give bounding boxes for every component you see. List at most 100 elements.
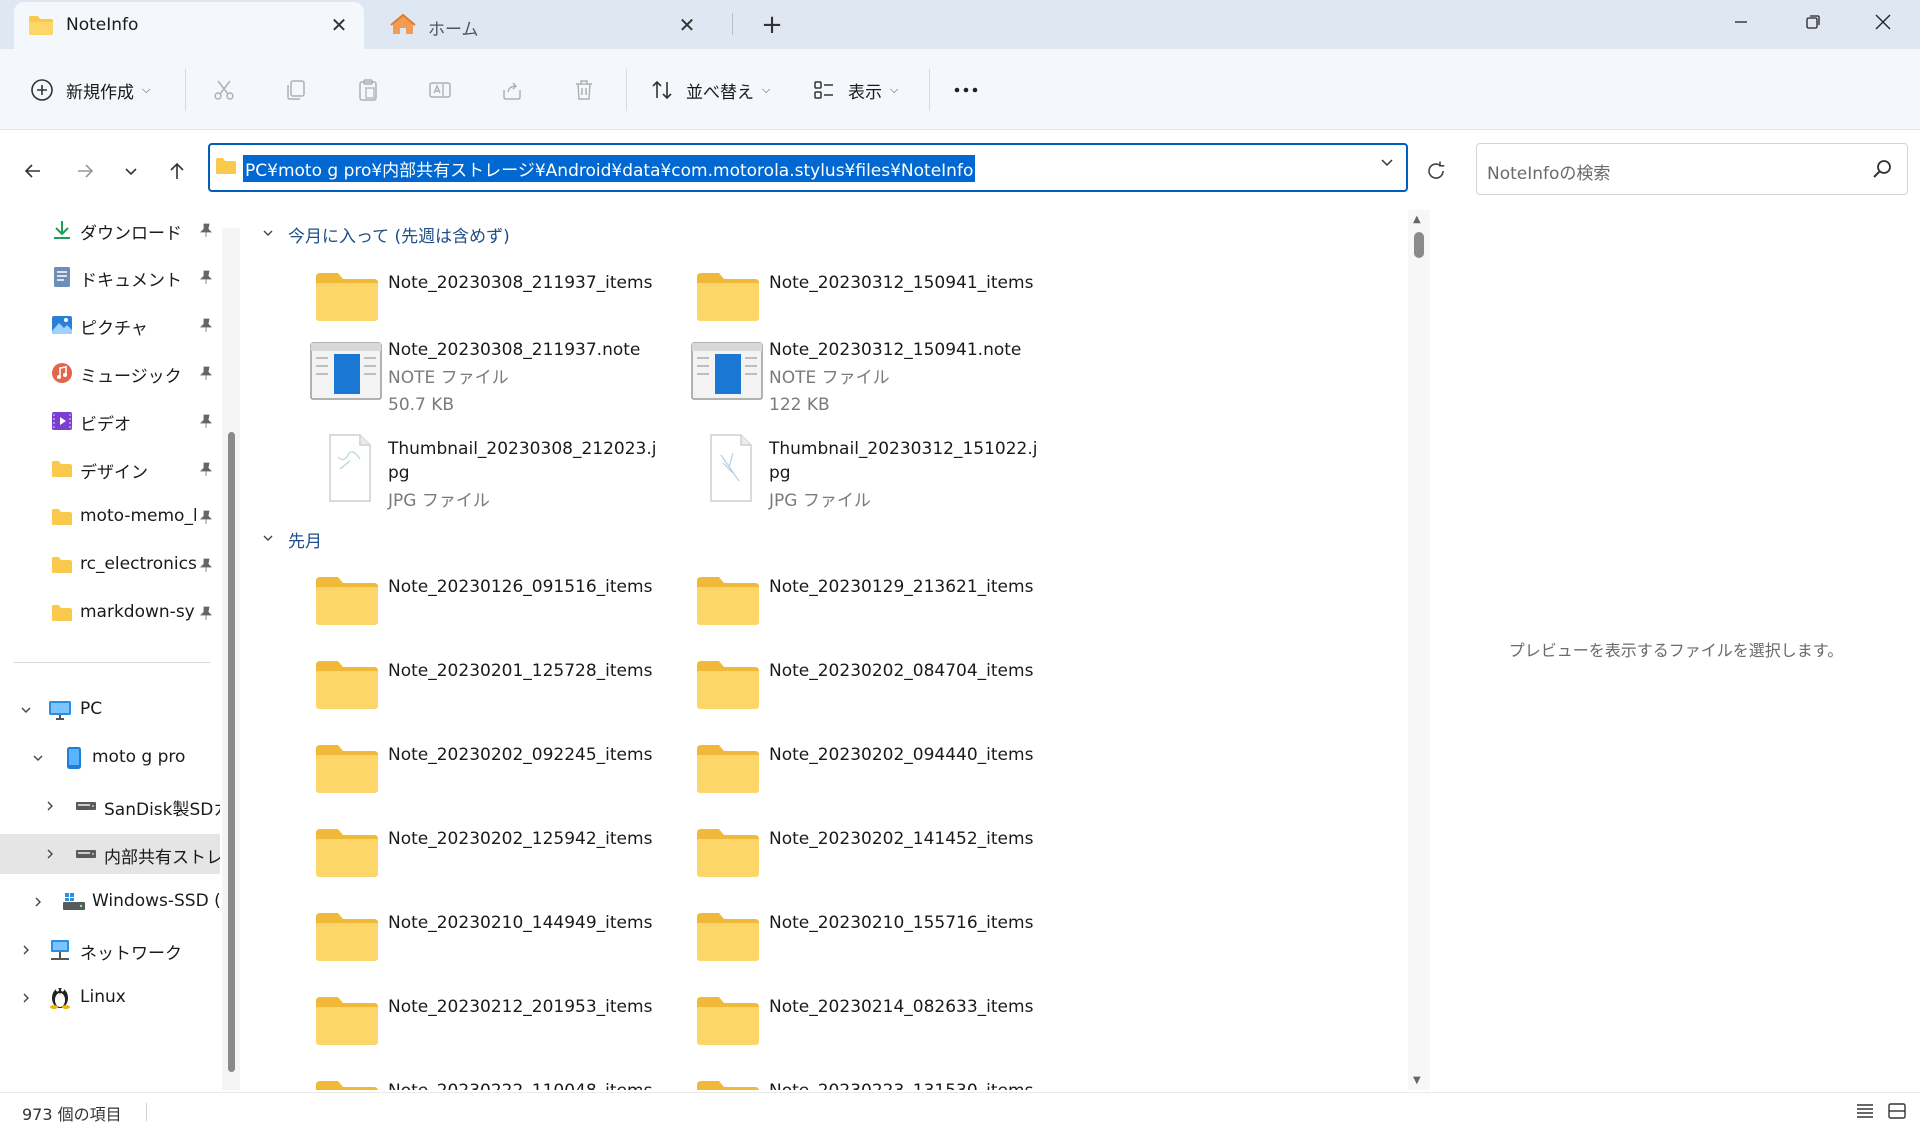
new-tab-button[interactable]: + <box>757 10 787 40</box>
sort-button[interactable]: 並べ替え ⌵ <box>648 73 770 107</box>
copy-button[interactable] <box>282 73 310 107</box>
folder-icon <box>50 601 74 625</box>
list-item[interactable]: Note_20230129_213621_items <box>695 567 1075 647</box>
list-item[interactable]: Note_20230202_125942_items <box>314 819 694 899</box>
chevron-down-icon: ⌵ <box>142 83 151 96</box>
file-name: Note_20230126_091516_items <box>388 577 653 597</box>
sidebar-item-design[interactable]: デザイン <box>0 449 220 489</box>
pc-icon <box>48 698 72 722</box>
forward-button[interactable] <box>70 156 100 186</box>
restore-button[interactable] <box>1790 6 1836 38</box>
close-tab-icon[interactable]: ✕ <box>326 12 352 38</box>
folder-icon <box>314 263 380 325</box>
sidebar-item-documents[interactable]: ドキュメント <box>0 257 220 297</box>
tiles-view-button[interactable] <box>1884 1099 1910 1123</box>
pin-icon[interactable] <box>198 365 214 381</box>
sidebar-item-pc[interactable]: PC <box>0 690 220 730</box>
close-window-button[interactable] <box>1860 6 1906 38</box>
list-item[interactable]: Note_20230210_144949_items <box>314 903 694 983</box>
sidebar-item-linux[interactable]: Linux <box>0 978 220 1018</box>
sidebar-item-sandisk[interactable]: SanDisk製SDカ <box>0 786 220 826</box>
chevron-right-icon[interactable] <box>42 798 58 814</box>
group-header-this-month[interactable]: 今月に入って (先週は含めず) <box>262 222 510 247</box>
sidebar-item-rc-electronics[interactable]: rc_electronics_c <box>0 545 220 585</box>
list-item[interactable]: Thumbnail_20230312_151022.jpg JPG ファイル <box>695 433 1075 513</box>
sidebar-item-network[interactable]: ネットワーク <box>0 930 220 970</box>
tab-home[interactable]: ホーム ✕ <box>376 2 712 49</box>
list-item[interactable]: Thumbnail_20230308_212023.jpg JPG ファイル <box>314 433 694 513</box>
pin-icon[interactable] <box>198 317 214 333</box>
list-item[interactable]: Note_20230202_141452_items <box>695 819 1075 899</box>
chevron-right-icon[interactable] <box>18 990 34 1006</box>
details-view-button[interactable] <box>1852 1099 1878 1123</box>
list-item[interactable]: Note_20230308_211937.note NOTE ファイル 50.7… <box>310 338 690 418</box>
search-icon[interactable] <box>1871 158 1893 180</box>
list-item[interactable]: Note_20230223_131530_items <box>695 1071 1075 1090</box>
pin-icon[interactable] <box>198 413 214 429</box>
list-item[interactable]: Note_20230202_084704_items <box>695 651 1075 731</box>
cut-button[interactable] <box>210 73 238 107</box>
chevron-down-icon[interactable] <box>1380 155 1394 173</box>
sidebar-item-internal-storage[interactable]: 内部共有ストレ <box>0 834 220 874</box>
group-header-last-month[interactable]: 先月 <box>262 527 322 552</box>
pin-icon[interactable] <box>198 461 214 477</box>
chevron-right-icon[interactable] <box>18 942 34 958</box>
scrollbar-thumb[interactable] <box>228 432 235 1072</box>
chevron-down-icon[interactable] <box>30 750 46 766</box>
sidebar-item-downloads[interactable]: ダウンロード <box>0 210 220 250</box>
address-bar[interactable]: PC¥moto g pro¥内部共有ストレージ¥Android¥data¥com… <box>208 143 1408 192</box>
pin-icon[interactable] <box>198 269 214 285</box>
rename-button[interactable] <box>426 73 454 107</box>
list-item[interactable]: Note_20230126_091516_items <box>314 567 694 647</box>
tab-noteinfo[interactable]: NoteInfo ✕ <box>14 2 364 49</box>
sidebar-item-windows-ssd[interactable]: Windows-SSD ( <box>0 882 220 922</box>
delete-button[interactable] <box>570 73 598 107</box>
pin-icon[interactable] <box>198 509 214 525</box>
list-item[interactable]: Note_20230312_150941.note NOTE ファイル 122 … <box>691 338 1071 418</box>
list-item[interactable]: Note_20230212_201953_items <box>314 987 694 1067</box>
scroll-up-arrow-icon[interactable]: ▲ <box>1413 214 1421 225</box>
address-path[interactable]: PC¥moto g pro¥内部共有ストレージ¥Android¥data¥com… <box>243 155 976 182</box>
list-item[interactable]: Note_20230201_125728_items <box>314 651 694 731</box>
sidebar-item-markdown[interactable]: markdown-syn <box>0 593 220 633</box>
chevron-down-icon <box>262 227 278 243</box>
chevron-right-icon[interactable] <box>42 846 58 862</box>
new-button[interactable]: 新規作成 ⌵ <box>28 73 150 107</box>
scroll-down-arrow-icon[interactable]: ▼ <box>1413 1075 1421 1086</box>
list-item[interactable]: Note_20230222_110048_items <box>314 1071 694 1090</box>
scrollbar-thumb[interactable] <box>1414 232 1424 258</box>
sidebar-item-pictures[interactable]: ピクチャ <box>0 305 220 345</box>
share-button[interactable] <box>498 73 526 107</box>
more-options-button[interactable] <box>952 73 980 107</box>
file-name: Note_20230201_125728_items <box>388 661 653 681</box>
sidebar-scrollbar[interactable] <box>222 228 240 1090</box>
list-item[interactable]: Note_20230214_082633_items <box>695 987 1075 1067</box>
chevron-down-icon[interactable] <box>18 702 34 718</box>
search-input[interactable]: NoteInfoの検索 <box>1487 159 1610 184</box>
recent-locations-button[interactable] <box>116 156 146 186</box>
file-name: Note_20230312_150941_items <box>769 273 1034 293</box>
list-item[interactable]: Note_20230210_155716_items <box>695 903 1075 983</box>
list-item[interactable]: Note_20230202_094440_items <box>695 735 1075 815</box>
music-icon <box>50 361 74 385</box>
chevron-right-icon[interactable] <box>30 894 46 910</box>
pin-icon[interactable] <box>198 557 214 573</box>
search-box[interactable]: NoteInfoの検索 <box>1476 143 1908 195</box>
up-button[interactable] <box>162 156 192 186</box>
pin-icon[interactable] <box>198 605 214 621</box>
refresh-button[interactable] <box>1418 156 1454 186</box>
content-scrollbar[interactable]: ▲ ▼ <box>1408 210 1430 1090</box>
close-tab-icon[interactable]: ✕ <box>674 12 700 38</box>
list-item[interactable]: Note_20230312_150941_items <box>695 263 1075 343</box>
sidebar-item-videos[interactable]: ビデオ <box>0 401 220 441</box>
paste-button[interactable] <box>354 73 382 107</box>
minimize-button[interactable] <box>1718 6 1764 38</box>
sidebar-item-music[interactable]: ミュージック <box>0 353 220 393</box>
back-button[interactable] <box>18 156 48 186</box>
view-button[interactable]: 表示 ⌵ <box>810 73 898 107</box>
sidebar-item-moto-g-pro[interactable]: moto g pro <box>0 738 220 778</box>
pin-icon[interactable] <box>198 222 214 238</box>
list-item[interactable]: Note_20230308_211937_items <box>314 263 694 343</box>
list-item[interactable]: Note_20230202_092245_items <box>314 735 694 815</box>
sidebar-item-moto-memo[interactable]: moto-memo_b <box>0 497 220 537</box>
